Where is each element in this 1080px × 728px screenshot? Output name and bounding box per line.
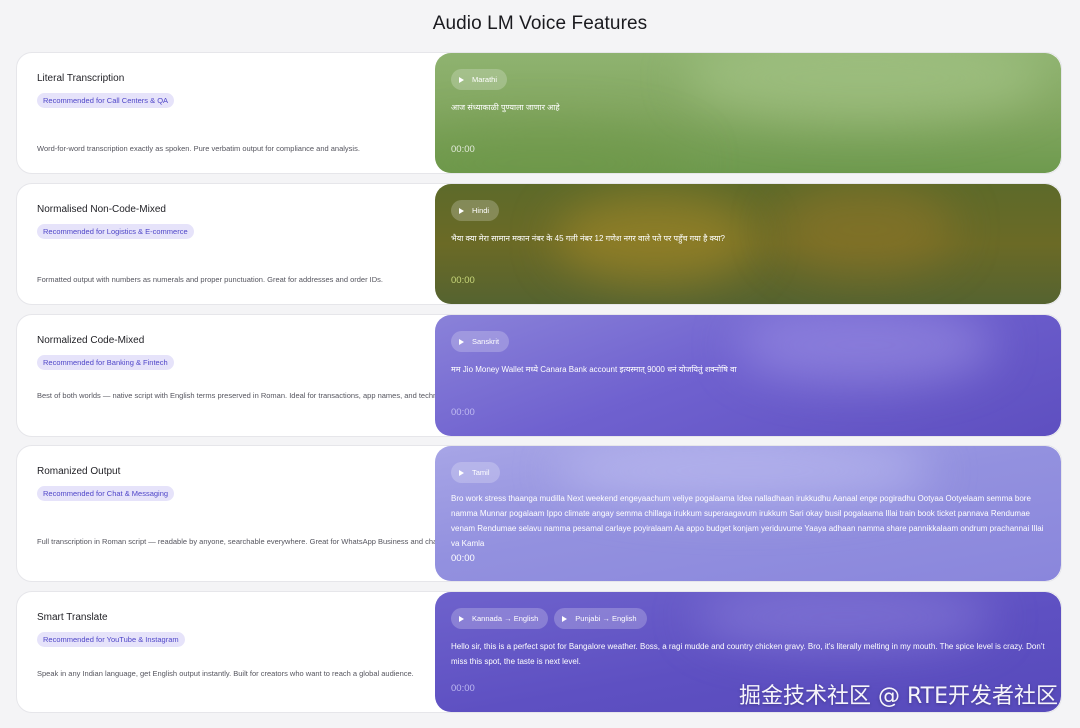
chip-label: Hindi: [472, 206, 490, 215]
feature-card-romanized-output: Romanized Output Recommended for Chat & …: [16, 445, 1062, 582]
feature-card-literal-transcription: Literal Transcription Recommended for Ca…: [16, 52, 1062, 174]
audio-sample-panel: Tamil Bro work stress thaanga mudilla Ne…: [435, 446, 1061, 581]
audio-sample-panel: Marathi आज संध्याकाळी पुण्याला जाणार आहे…: [435, 53, 1061, 173]
feature-info: Normalized Code-Mixed Recommended for Ba…: [17, 315, 435, 436]
watermark: 掘金技术社区 @ RTE开发者社区: [738, 684, 1058, 709]
play-icon: [459, 338, 464, 345]
feature-title: Smart Translate: [37, 612, 108, 623]
feature-title: Romanized Output: [37, 466, 121, 477]
feature-title: Normalised Non-Code-Mixed: [37, 204, 166, 215]
play-language-chip-hindi[interactable]: Hindi: [451, 200, 500, 221]
recommendation-badge: Recommended for Chat & Messaging: [37, 486, 175, 501]
playback-time: 00:00: [451, 553, 475, 564]
chip-label: Punjabi → English: [575, 614, 637, 623]
play-language-chip-kannada-english[interactable]: Kannada → English: [451, 608, 549, 629]
chip-label: Marathi: [472, 75, 498, 84]
audio-sample-panel: Sanskrit मम Jio Money Wallet मध्ये Canar…: [435, 315, 1061, 436]
audio-sample-panel: Hindi भैया क्या मेरा सामान मकान नंबर के …: [435, 184, 1061, 304]
transcript-text: भैया क्या मेरा सामान मकान नंबर के 45 गली…: [451, 234, 725, 243]
recommendation-badge: Recommended for Call Centers & QA: [37, 93, 175, 108]
recommendation-badge: Recommended for YouTube & Instagram: [37, 632, 185, 647]
feature-info: Normalised Non-Code-Mixed Recommended fo…: [17, 184, 435, 304]
transcript-text: मम Jio Money Wallet मध्ये Canara Bank ac…: [451, 365, 737, 374]
feature-title: Normalized Code-Mixed: [37, 335, 145, 346]
playback-time: 00:00: [451, 407, 475, 418]
recommendation-badge: Recommended for Logistics & E-commerce: [37, 224, 194, 239]
play-language-chip-sanskrit[interactable]: Sanskrit: [451, 331, 510, 352]
recommendation-badge: Recommended for Banking & Fintech: [37, 355, 174, 370]
playback-time: 00:00: [451, 683, 475, 694]
feature-title: Literal Transcription: [37, 73, 125, 84]
play-language-chip-marathi[interactable]: Marathi: [451, 69, 508, 90]
play-icon: [562, 615, 568, 622]
transcript-text: Hello sir, this is a perfect spot for Ba…: [451, 642, 1045, 666]
feature-card-normalised-non-code-mixed: Normalised Non-Code-Mixed Recommended fo…: [16, 183, 1062, 305]
feature-info: Literal Transcription Recommended for Ca…: [17, 53, 435, 173]
feature-card-normalized-code-mixed: Normalized Code-Mixed Recommended for Ba…: [16, 314, 1062, 437]
play-icon: [459, 76, 464, 83]
play-language-chip-tamil[interactable]: Tamil: [451, 462, 500, 483]
play-icon: [459, 615, 464, 622]
feature-info: Romanized Output Recommended for Chat & …: [17, 446, 435, 581]
play-language-chip-punjabi-english[interactable]: Punjabi → English: [554, 608, 647, 629]
chip-label: Kannada → English: [472, 614, 539, 623]
chip-label: Tamil: [472, 468, 490, 477]
transcript-text: Bro work stress thaanga mudilla Next wee…: [451, 494, 1044, 548]
chip-label: Sanskrit: [472, 337, 500, 346]
feature-info: Smart Translate Recommended for YouTube …: [17, 592, 435, 712]
play-icon: [459, 469, 464, 476]
transcript-text: आज संध्याकाळी पुण्याला जाणार आहे: [451, 103, 560, 112]
playback-time: 00:00: [451, 275, 475, 286]
playback-time: 00:00: [451, 144, 475, 155]
play-icon: [459, 207, 464, 214]
page-title: Audio LM Voice Features: [432, 13, 648, 34]
